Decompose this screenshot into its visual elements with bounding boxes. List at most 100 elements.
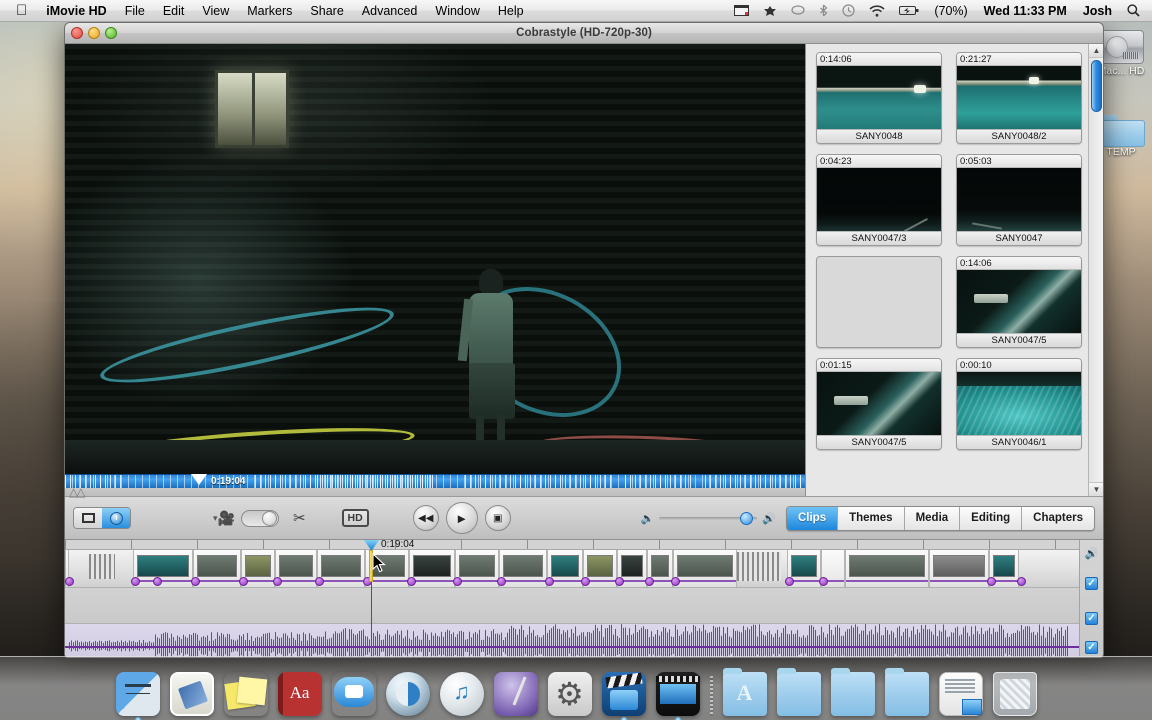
dock-item-stickies[interactable] — [224, 672, 268, 716]
screen-recording-icon[interactable] — [728, 5, 755, 16]
clip-item[interactable]: 0:04:23 SANY0047/3 — [816, 154, 942, 246]
preview-person — [457, 269, 523, 469]
bluetooth-icon[interactable] — [813, 4, 834, 17]
clips-pane-scrollbar[interactable]: ▲ ▼ — [1088, 44, 1103, 496]
timeline-clip-stripes[interactable] — [89, 554, 115, 579]
tab-editing[interactable]: Editing — [960, 507, 1022, 530]
menu-bar:  iMovie HD File Edit View Markers Share… — [0, 0, 1152, 22]
volume-slider[interactable] — [659, 517, 757, 520]
timeline-ruler[interactable] — [65, 540, 1079, 550]
timeline-clip[interactable] — [845, 550, 929, 587]
volume-high-icon: 🔊 — [762, 512, 776, 525]
menu-edit[interactable]: Edit — [154, 0, 194, 22]
dock-item-finder[interactable] — [116, 672, 160, 716]
clip-item[interactable]: 0:21:27 SANY0048/2 — [956, 52, 1082, 144]
menu-file[interactable]: File — [116, 0, 154, 22]
timeline-clip[interactable] — [929, 550, 989, 587]
volume-control[interactable]: 🔈 🔊 — [641, 512, 776, 525]
preview-monitor[interactable]: 0:19:04 △△ — [65, 44, 805, 496]
viewer-mode-segment[interactable] — [73, 507, 131, 529]
video-preview[interactable] — [65, 44, 805, 474]
timeline-overlay-track[interactable] — [65, 588, 1079, 624]
crop-markers-icon[interactable]: △△ — [69, 485, 83, 499]
clip-item[interactable]: 0:05:03 SANY0047 — [956, 154, 1082, 246]
spotlight-search-icon[interactable] — [1121, 4, 1146, 17]
dock-item-safari[interactable] — [386, 672, 430, 716]
menu-help[interactable]: Help — [489, 0, 533, 22]
dock-item-folder[interactable] — [777, 672, 821, 716]
dock-item-mail[interactable] — [170, 672, 214, 716]
dock-item-dictionary[interactable] — [278, 672, 322, 716]
close-button[interactable] — [71, 27, 83, 39]
monitor-playhead[interactable] — [191, 474, 207, 489]
timeline-video-track[interactable] — [65, 550, 1079, 588]
tab-media[interactable]: Media — [905, 507, 961, 530]
timeline-clip[interactable] — [499, 550, 547, 587]
menu-markers[interactable]: Markers — [238, 0, 301, 22]
dock-item-ichat[interactable] — [332, 672, 376, 716]
overlay-track-enable-checkbox[interactable]: ✓ — [1085, 612, 1098, 625]
clip-item[interactable]: 0:00:10 SANY0046/1 — [956, 358, 1082, 450]
time-machine-icon[interactable] — [836, 4, 861, 17]
clip-item-empty[interactable] — [816, 256, 942, 348]
camera-edit-switch[interactable] — [241, 510, 279, 527]
speech-bubble-icon[interactable] — [785, 5, 811, 16]
scroll-up-arrow[interactable]: ▲ — [1089, 44, 1103, 58]
dock-item-imovie[interactable] — [602, 672, 646, 716]
clips-pane[interactable]: 0:14:06 SANY0048 0:21:27 SANY0048/2 0:04… — [805, 44, 1103, 496]
menu-share[interactable]: Share — [301, 0, 352, 22]
growl-icon[interactable] — [757, 5, 783, 17]
clip-item[interactable]: 0:01:15 SANY0047/5 — [816, 358, 942, 450]
timeline-clip[interactable] — [193, 550, 241, 587]
menu-view[interactable]: View — [193, 0, 238, 22]
dock-item-itunes[interactable] — [440, 672, 484, 716]
dock-item-system-preferences[interactable] — [548, 672, 592, 716]
menu-window[interactable]: Window — [426, 0, 488, 22]
dock-item-iphoto[interactable] — [494, 672, 538, 716]
tab-chapters[interactable]: Chapters — [1022, 507, 1094, 530]
tab-themes[interactable]: Themes — [838, 507, 904, 530]
menu-advanced[interactable]: Advanced — [353, 0, 427, 22]
audio-track-enable-checkbox[interactable]: ✓ — [1085, 641, 1098, 654]
timeline-audio-track[interactable] — [65, 624, 1079, 658]
zoom-button[interactable] — [105, 27, 117, 39]
timeline-clip-stripes[interactable] — [737, 552, 781, 581]
dock-item-documents-stack[interactable] — [939, 672, 983, 716]
clip-item[interactable]: 0:14:06 SANY0048 — [816, 52, 942, 144]
tab-clips[interactable]: Clips — [787, 507, 838, 530]
clip-name: SANY0047/3 — [817, 231, 941, 245]
battery-icon[interactable] — [893, 5, 925, 16]
imovie-window[interactable]: Cobrastyle (HD-720p-30) 0:19:04 △△ 0:14:… — [64, 22, 1104, 658]
menu-app-name[interactable]: iMovie HD — [37, 0, 115, 22]
clip-name: SANY0048 — [817, 129, 941, 143]
timeline-clip[interactable] — [317, 550, 365, 587]
minimize-button[interactable] — [88, 27, 100, 39]
dock-item-documents[interactable] — [885, 672, 929, 716]
dock-item-quicktime[interactable] — [656, 672, 700, 716]
play-fullscreen-icon[interactable]: ▣ — [485, 505, 511, 531]
monitor-scrubber-bar[interactable]: 0:19:04 — [65, 474, 805, 488]
timeline-clip[interactable] — [133, 550, 193, 587]
menubar-user[interactable]: Josh — [1076, 4, 1119, 18]
video-track-enable-checkbox[interactable]: ✓ — [1085, 577, 1098, 590]
clip-name: SANY0047 — [957, 231, 1081, 245]
apple-icon[interactable]:  — [8, 1, 37, 21]
play-icon[interactable]: ► — [446, 502, 478, 534]
menubar-clock[interactable]: Wed 11:33 PM — [977, 4, 1074, 18]
timeline[interactable]: 0:19:04 ◀ ▶ — [65, 540, 1079, 658]
dock-item-folder[interactable] — [831, 672, 875, 716]
dock-item-applications[interactable] — [723, 672, 767, 716]
timeline-clip[interactable] — [673, 550, 737, 587]
clip-item[interactable]: 0:14:06 SANY0047/5 — [956, 256, 1082, 348]
speaker-icon[interactable]: 🔊 — [1085, 542, 1099, 564]
rewind-icon[interactable]: ◀◀ — [413, 505, 439, 531]
window-title-bar[interactable]: Cobrastyle (HD-720p-30) — [65, 23, 1103, 44]
timeline-viewer-icon[interactable] — [102, 508, 130, 528]
scroll-down-arrow[interactable]: ▼ — [1089, 482, 1103, 496]
wifi-icon[interactable] — [863, 5, 891, 17]
clip-viewer-icon[interactable] — [74, 508, 102, 528]
volume-slider-knob[interactable] — [740, 512, 753, 525]
scrollbar-thumb[interactable] — [1091, 60, 1102, 112]
dock-item-trash[interactable] — [993, 672, 1037, 716]
scissors-icon[interactable]: ✂ — [293, 509, 306, 527]
